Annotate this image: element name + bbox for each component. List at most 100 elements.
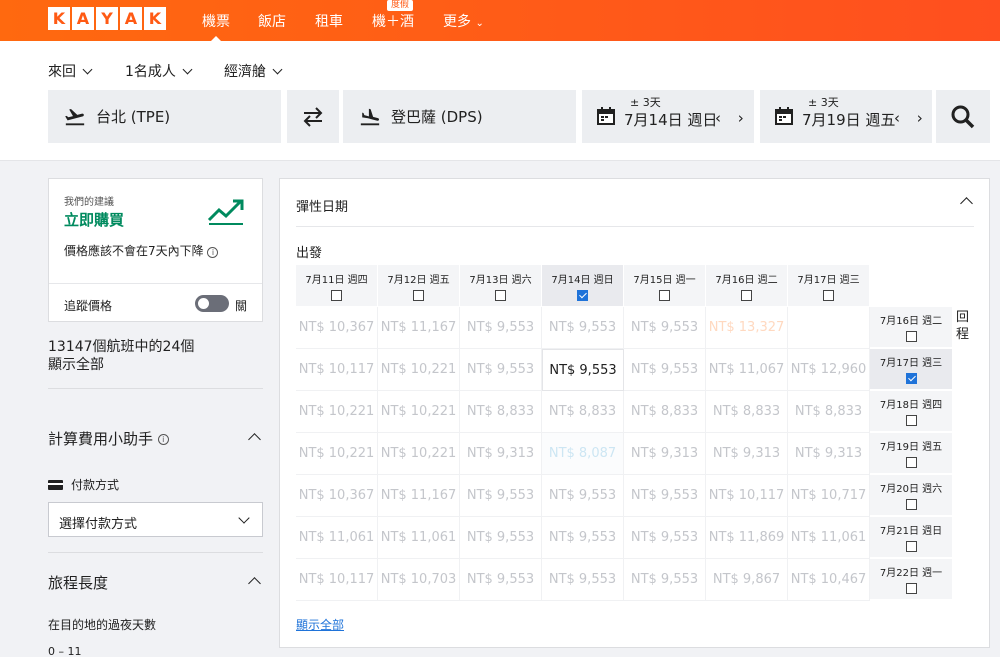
price-cell[interactable]: NT$ 8,833 bbox=[706, 391, 788, 433]
price-cell[interactable]: NT$ 11,167 bbox=[378, 475, 460, 517]
price-cell[interactable]: NT$ 10,117 bbox=[706, 475, 788, 517]
price-cell[interactable]: NT$ 11,061 bbox=[378, 517, 460, 559]
price-cell[interactable]: NT$ 9,553 bbox=[460, 517, 542, 559]
depart-date-checkbox[interactable] bbox=[659, 290, 670, 301]
return-date-checkbox[interactable] bbox=[905, 541, 917, 552]
price-cell[interactable]: NT$ 9,553 bbox=[460, 559, 542, 601]
depart-date-column-header[interactable]: 7月17日 週三 bbox=[788, 265, 870, 306]
search-button[interactable] bbox=[936, 90, 990, 143]
nav-more[interactable]: 更多 ⌄ bbox=[443, 11, 484, 31]
cabin-dropdown[interactable]: 經濟艙 bbox=[224, 61, 283, 81]
origin-field[interactable]: 台北 (TPE) bbox=[48, 90, 281, 143]
price-cell[interactable]: NT$ 9,553 bbox=[460, 307, 542, 349]
depart-date-column-header[interactable]: 7月14日 週日 bbox=[542, 265, 624, 306]
return-date-row-header[interactable]: 7月17日 週三 bbox=[870, 349, 952, 390]
price-cell[interactable]: NT$ 9,553 bbox=[624, 349, 706, 391]
price-cell[interactable]: NT$ 10,221 bbox=[378, 433, 460, 475]
price-cell[interactable]: NT$ 9,313 bbox=[460, 433, 542, 475]
price-cell[interactable]: NT$ 9,553 bbox=[460, 349, 542, 391]
price-cell[interactable]: NT$ 9,553 bbox=[624, 475, 706, 517]
price-cell[interactable]: NT$ 9,553 bbox=[624, 559, 706, 601]
chevron-up-icon[interactable] bbox=[960, 197, 973, 210]
price-cell[interactable]: NT$ 9,553 bbox=[624, 517, 706, 559]
depart-date-column-header[interactable]: 7月16日 週二 bbox=[706, 265, 788, 306]
return-date-checkbox[interactable] bbox=[905, 583, 917, 594]
return-date-row-header[interactable]: 7月20日 週六 bbox=[870, 475, 952, 516]
depart-date-checkbox[interactable] bbox=[823, 290, 834, 301]
track-price-toggle[interactable] bbox=[195, 295, 229, 312]
fee-calculator-title[interactable]: 計算費用小助手 i bbox=[48, 428, 169, 449]
price-cell[interactable]: NT$ 8,087 bbox=[542, 433, 624, 475]
chevron-up-icon[interactable] bbox=[248, 433, 261, 446]
price-cell[interactable]: NT$ 10,367 bbox=[296, 475, 378, 517]
depart-date-checkbox[interactable] bbox=[331, 290, 342, 301]
price-cell[interactable]: NT$ 8,833 bbox=[542, 391, 624, 433]
price-cell[interactable]: NT$ 11,067 bbox=[706, 349, 788, 391]
show-all-results-link[interactable]: 顯示全部 bbox=[48, 356, 194, 374]
depart-date-column-header[interactable]: 7月13日 週六 bbox=[460, 265, 542, 306]
price-cell[interactable]: NT$ 9,313 bbox=[788, 433, 870, 475]
depart-date-checkbox[interactable] bbox=[413, 290, 424, 301]
price-cell[interactable]: NT$ 9,553 bbox=[624, 307, 706, 349]
depart-date-checkbox[interactable] bbox=[577, 290, 588, 301]
price-cell[interactable]: NT$ 10,117 bbox=[296, 349, 378, 391]
price-cell[interactable]: NT$ 9,553 bbox=[542, 307, 624, 349]
price-cell[interactable]: NT$ 10,467 bbox=[788, 559, 870, 601]
price-cell[interactable]: NT$ 13,327 bbox=[706, 307, 788, 349]
price-cell[interactable]: NT$ 10,221 bbox=[296, 391, 378, 433]
price-cell[interactable] bbox=[788, 307, 870, 349]
price-cell[interactable]: NT$ 10,221 bbox=[378, 391, 460, 433]
info-icon[interactable]: i bbox=[157, 434, 169, 445]
return-date-checkbox[interactable] bbox=[905, 499, 917, 510]
price-cell[interactable]: NT$ 8,833 bbox=[788, 391, 870, 433]
price-cell[interactable]: NT$ 9,313 bbox=[706, 433, 788, 475]
nav-packages[interactable]: 機＋酒 bbox=[372, 11, 414, 31]
info-icon[interactable]: i bbox=[207, 247, 219, 258]
show-all-link[interactable]: 顯示全部 bbox=[296, 616, 344, 633]
return-date-field[interactable]: ± 3天 7月19日 週五 ‹ › bbox=[760, 90, 932, 143]
trip-length-title[interactable]: 旅程長度 bbox=[48, 572, 108, 593]
nav-hotels[interactable]: 飯店 bbox=[258, 11, 286, 31]
price-cell[interactable]: NT$ 10,717 bbox=[788, 475, 870, 517]
price-cell[interactable]: NT$ 11,167 bbox=[378, 307, 460, 349]
price-cell[interactable]: NT$ 11,869 bbox=[706, 517, 788, 559]
depart-date-checkbox[interactable] bbox=[495, 290, 506, 301]
depart-date-checkbox[interactable] bbox=[741, 290, 752, 301]
return-date-row-header[interactable]: 7月19日 週五 bbox=[870, 433, 952, 474]
swap-button[interactable] bbox=[287, 90, 339, 143]
depart-date-column-header[interactable]: 7月11日 週四 bbox=[296, 265, 378, 306]
kayak-logo[interactable]: K A Y A K bbox=[48, 7, 166, 30]
depart-date-column-header[interactable]: 7月15日 週一 bbox=[624, 265, 706, 306]
return-date-row-header[interactable]: 7月21日 週日 bbox=[870, 517, 952, 558]
price-cell[interactable]: NT$ 9,553 bbox=[542, 475, 624, 517]
price-cell[interactable]: NT$ 9,553 bbox=[542, 349, 624, 391]
travelers-dropdown[interactable]: 1名成人 bbox=[125, 61, 193, 81]
return-date-checkbox[interactable] bbox=[905, 331, 917, 342]
trip-type-dropdown[interactable]: 來回 bbox=[48, 61, 93, 81]
return-date-row-header[interactable]: 7月16日 週二 bbox=[870, 307, 952, 348]
price-cell[interactable]: NT$ 9,553 bbox=[542, 517, 624, 559]
return-date-row-header[interactable]: 7月22日 週一 bbox=[870, 559, 952, 600]
return-date-checkbox[interactable] bbox=[905, 415, 917, 426]
depart-date-field[interactable]: ± 3天 7月14日 週日 ‹ › bbox=[582, 90, 754, 143]
nav-cars[interactable]: 租車 bbox=[315, 11, 343, 31]
price-cell[interactable]: NT$ 10,221 bbox=[378, 349, 460, 391]
depart-date-column-header[interactable]: 7月12日 週五 bbox=[378, 265, 460, 306]
price-cell[interactable]: NT$ 10,117 bbox=[296, 559, 378, 601]
depart-date-arrows[interactable]: ‹ › bbox=[715, 109, 750, 127]
price-cell[interactable]: NT$ 9,553 bbox=[542, 559, 624, 601]
price-cell[interactable]: NT$ 10,221 bbox=[296, 433, 378, 475]
price-cell[interactable]: NT$ 11,061 bbox=[296, 517, 378, 559]
price-cell[interactable]: NT$ 8,833 bbox=[624, 391, 706, 433]
price-cell[interactable]: NT$ 10,367 bbox=[296, 307, 378, 349]
nav-flights[interactable]: 機票 bbox=[202, 11, 230, 43]
return-date-checkbox[interactable] bbox=[905, 373, 917, 384]
price-cell[interactable]: NT$ 9,867 bbox=[706, 559, 788, 601]
price-cell[interactable]: NT$ 9,313 bbox=[624, 433, 706, 475]
destination-field[interactable]: 登巴薩 (DPS) bbox=[343, 90, 576, 143]
return-date-row-header[interactable]: 7月18日 週四 bbox=[870, 391, 952, 432]
return-date-arrows[interactable]: ‹ › bbox=[894, 109, 929, 127]
price-cell[interactable]: NT$ 9,553 bbox=[460, 475, 542, 517]
payment-method-select[interactable]: 選擇付款方式 bbox=[48, 502, 263, 537]
price-cell[interactable]: NT$ 12,960 bbox=[788, 349, 870, 391]
